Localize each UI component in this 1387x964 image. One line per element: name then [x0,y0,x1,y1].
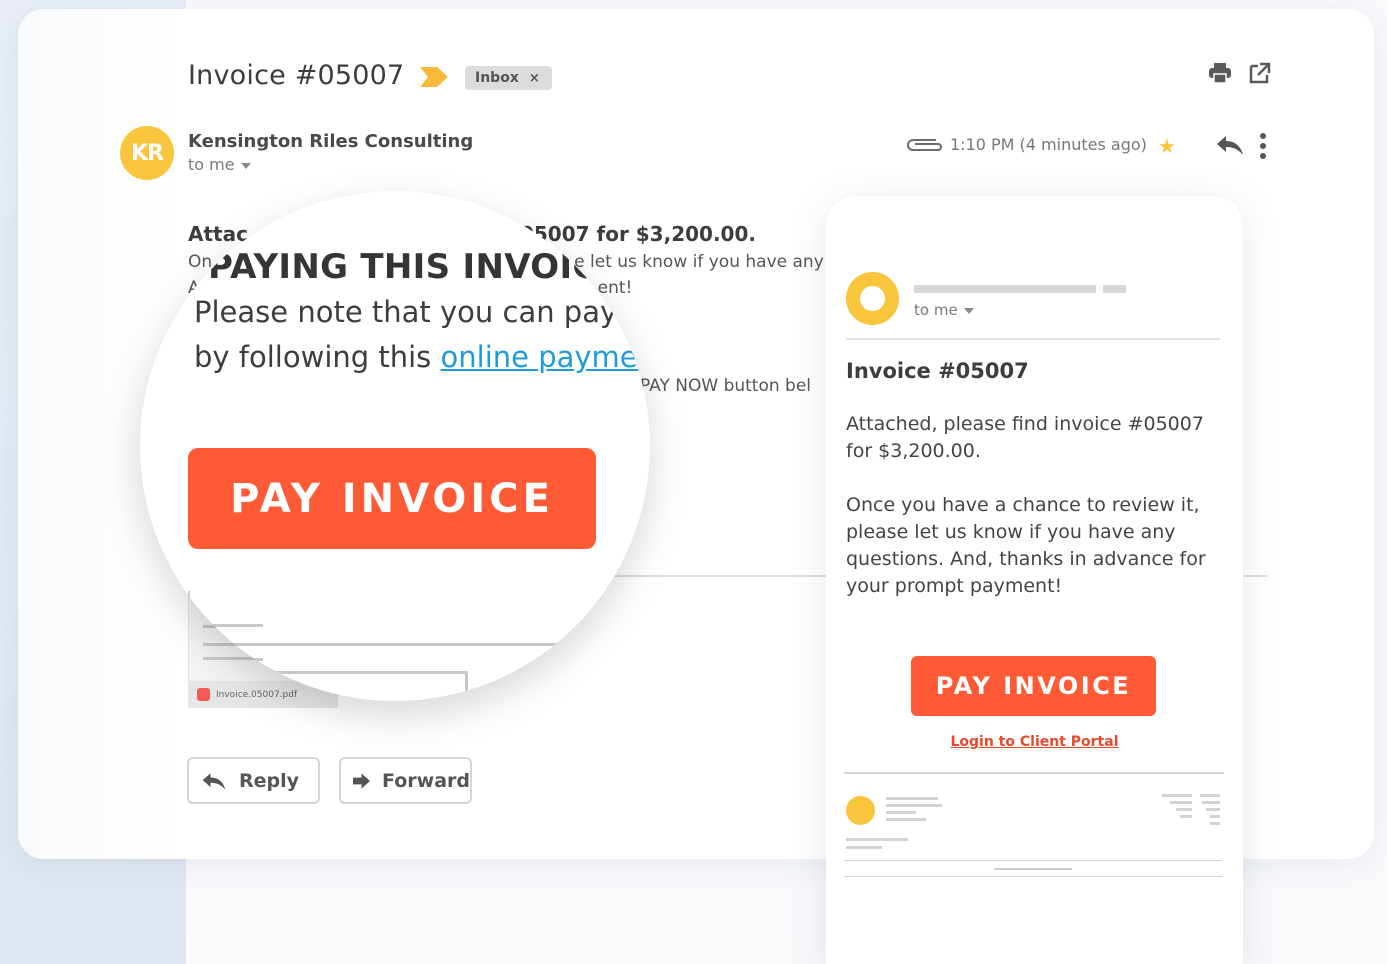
footer-text-line [886,818,926,821]
mobile-footer-rule [844,860,1222,861]
remove-label-icon[interactable]: × [529,71,540,86]
recipient-text: to me [188,155,235,174]
magnifier-lens: PAYING THIS INVOICE Please note that you… [140,191,650,701]
client-portal-link[interactable]: Login to Client Portal [826,734,1243,750]
mobile-footer-logo [846,796,875,825]
footer-text-line [846,846,882,849]
footer-text-line [886,811,916,814]
mobile-paragraph-1: Attached, please find invoice #05007 for… [846,413,1204,462]
mobile-sender-placeholder-2 [1103,285,1126,293]
footer-text-line [1202,801,1220,804]
mobile-divider [846,338,1220,340]
mag-pay-invoice-button[interactable]: PAY INVOICE [188,448,596,549]
footer-text-line [1206,808,1220,811]
mobile-pay-invoice-button[interactable]: PAY INVOICE [911,656,1156,716]
mobile-sender-placeholder [914,285,1096,293]
mag-attachment-sheet [188,591,563,701]
mobile-footer-rule-2 [844,876,1222,877]
more-vert-icon[interactable] [1258,132,1268,164]
mag-line-2: by following this online payment [194,340,650,374]
top-actions [1208,62,1272,84]
attachment-clip-icon [906,136,942,158]
footer-text-line [846,838,908,841]
mobile-title: Invoice #05007 [846,359,1029,383]
chevron-down-icon [240,162,251,169]
chevron-down-icon [963,307,974,314]
mag-heading: PAYING THIS INVOICE [208,247,622,287]
mobile-footer-divider [844,772,1224,774]
mag-line-1: Please note that you can pay [194,295,618,329]
timestamp: 1:10 PM (4 minutes ago) [950,135,1147,154]
reply-label: Reply [239,769,300,792]
recipient-dropdown[interactable]: to me [188,155,251,174]
forward-button[interactable]: Forward [339,757,472,804]
reply-icon[interactable] [1215,134,1245,160]
open-external-icon[interactable] [1248,62,1272,84]
star-icon[interactable]: ★ [1158,134,1176,158]
print-icon[interactable] [1208,62,1232,84]
footer-text-line [1180,815,1192,818]
forward-label: Forward [382,769,470,792]
email-subject: Invoice #05007 [188,60,405,91]
reply-icon [202,772,226,790]
reply-button[interactable]: Reply [187,757,320,804]
mobile-recipient[interactable]: to me [914,301,974,319]
footer-text-line [1162,794,1192,797]
footer-text-line [1170,801,1192,804]
footer-text-line [886,797,938,800]
inbox-label-chip[interactable]: Inbox × [465,66,552,90]
footer-text-line [1210,815,1220,818]
sender-name: Kensington Riles Consulting [188,131,474,152]
mobile-avatar [846,272,899,325]
mobile-paragraph-2: Once you have a chance to review it, ple… [846,494,1206,597]
inbox-label-text: Inbox [475,70,519,86]
forward-icon [353,772,371,789]
label-arrow-icon[interactable] [420,67,448,91]
mobile-preview: to me Invoice #05007 Attached, please fi… [826,196,1243,964]
footer-text-line [1200,794,1220,797]
footer-text-line [1176,808,1192,811]
online-payment-link[interactable]: online payment [441,340,650,374]
mobile-footer-rule-short [994,868,1072,870]
footer-text-line [1210,822,1220,825]
sender-avatar: KR [120,126,174,180]
footer-text-line [886,804,942,807]
